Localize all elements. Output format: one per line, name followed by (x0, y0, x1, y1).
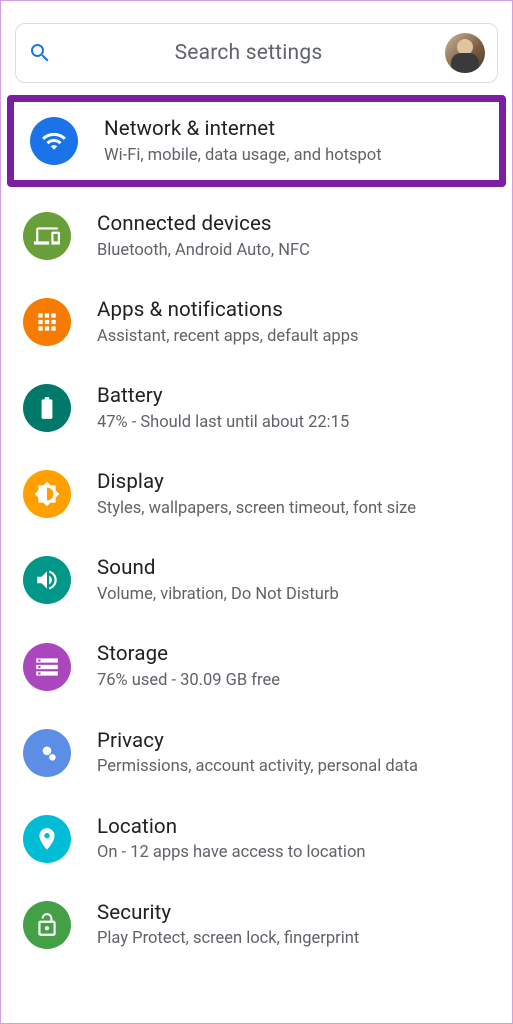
item-subtitle: On - 12 apps have access to location (97, 842, 490, 863)
settings-list: Network & internet Wi-Fi, mobile, data u… (1, 91, 512, 970)
settings-item-network[interactable]: Network & internet Wi-Fi, mobile, data u… (7, 95, 506, 187)
item-text: Apps & notifications Assistant, recent a… (97, 297, 490, 347)
item-text: Sound Volume, vibration, Do Not Disturb (97, 555, 490, 605)
item-text: Battery 47% - Should last until about 22… (97, 383, 490, 433)
storage-icon (23, 643, 71, 691)
settings-item-display[interactable]: Display Styles, wallpapers, screen timeo… (1, 451, 512, 537)
location-icon (23, 815, 71, 863)
settings-item-security[interactable]: Security Play Protect, screen lock, fing… (1, 882, 512, 968)
apps-icon (23, 298, 71, 346)
item-subtitle: 76% used - 30.09 GB free (97, 670, 490, 691)
item-title: Privacy (97, 728, 490, 755)
item-text: Location On - 12 apps have access to loc… (97, 814, 490, 864)
avatar[interactable] (445, 33, 485, 73)
settings-item-location[interactable]: Location On - 12 apps have access to loc… (1, 796, 512, 882)
item-subtitle: Permissions, account activity, personal … (97, 756, 490, 777)
wifi-icon (30, 117, 78, 165)
item-text: Security Play Protect, screen lock, fing… (97, 900, 490, 950)
settings-item-privacy[interactable]: Privacy Permissions, account activity, p… (1, 710, 512, 796)
item-title: Location (97, 814, 490, 841)
item-subtitle: Volume, vibration, Do Not Disturb (97, 584, 490, 605)
search-icon (28, 41, 52, 65)
item-subtitle: 47% - Should last until about 22:15 (97, 412, 490, 433)
item-text: Display Styles, wallpapers, screen timeo… (97, 469, 490, 519)
item-subtitle: Wi-Fi, mobile, data usage, and hotspot (104, 145, 483, 166)
settings-item-connected-devices[interactable]: Connected devices Bluetooth, Android Aut… (1, 193, 512, 279)
item-title: Storage (97, 641, 490, 668)
settings-item-apps[interactable]: Apps & notifications Assistant, recent a… (1, 279, 512, 365)
item-text: Privacy Permissions, account activity, p… (97, 728, 490, 778)
sound-icon (23, 556, 71, 604)
privacy-icon (23, 729, 71, 777)
devices-icon (23, 212, 71, 260)
battery-icon (23, 384, 71, 432)
item-subtitle: Assistant, recent apps, default apps (97, 326, 490, 347)
security-icon (23, 901, 71, 949)
item-text: Storage 76% used - 30.09 GB free (97, 641, 490, 691)
item-title: Connected devices (97, 211, 490, 238)
item-title: Network & internet (104, 116, 483, 143)
settings-item-sound[interactable]: Sound Volume, vibration, Do Not Disturb (1, 537, 512, 623)
settings-item-battery[interactable]: Battery 47% - Should last until about 22… (1, 365, 512, 451)
item-subtitle: Play Protect, screen lock, fingerprint (97, 928, 490, 949)
item-title: Apps & notifications (97, 297, 490, 324)
settings-item-storage[interactable]: Storage 76% used - 30.09 GB free (1, 623, 512, 709)
search-placeholder: Search settings (52, 41, 445, 65)
item-title: Security (97, 900, 490, 927)
search-bar[interactable]: Search settings (15, 23, 498, 83)
item-subtitle: Styles, wallpapers, screen timeout, font… (97, 498, 490, 519)
item-title: Battery (97, 383, 490, 410)
item-subtitle: Bluetooth, Android Auto, NFC (97, 240, 490, 261)
item-title: Display (97, 469, 490, 496)
item-text: Connected devices Bluetooth, Android Aut… (97, 211, 490, 261)
item-title: Sound (97, 555, 490, 582)
display-icon (23, 470, 71, 518)
item-text: Network & internet Wi-Fi, mobile, data u… (104, 116, 483, 166)
